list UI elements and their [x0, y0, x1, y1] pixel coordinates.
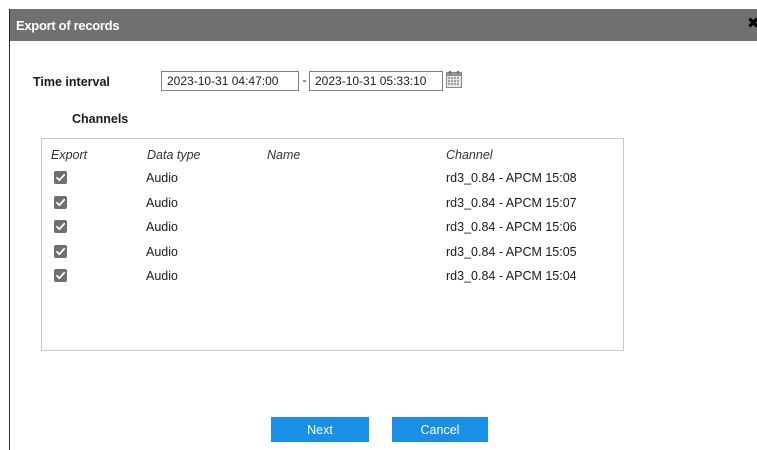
data-type-cell: Audio: [146, 269, 178, 283]
column-header-channel: Channel: [446, 148, 493, 162]
channel-cell: rd3_0.84 - APCM 15:06: [446, 220, 577, 234]
export-dialog: Export of records ✖ Time interval - Chan…: [9, 9, 757, 450]
channel-rows: Audio rd3_0.84 - APCM 15:08 Audio rd3_0.…: [42, 166, 623, 289]
table-row: Audio rd3_0.84 - APCM 15:08: [42, 166, 623, 191]
channel-cell: rd3_0.84 - APCM 15:07: [446, 195, 577, 210]
date-from-input[interactable]: [161, 71, 299, 91]
close-icon[interactable]: ✖: [747, 15, 757, 33]
column-header-data-type: Data type: [147, 148, 201, 162]
table-row: Audio rd3_0.84 - APCM 15:05: [42, 240, 623, 265]
export-checkbox[interactable]: [54, 220, 67, 233]
next-button[interactable]: Next: [271, 417, 369, 442]
channel-cell: rd3_0.84 - APCM 15:08: [446, 171, 577, 185]
channel-cell: rd3_0.84 - APCM 15:05: [446, 244, 577, 259]
table-row: Audio rd3_0.84 - APCM 15:04: [42, 264, 623, 289]
date-separator: -: [302, 73, 307, 87]
channels-table: Export Data type Name Channel Audio rd3_…: [41, 138, 624, 351]
dialog-title: Export of records: [16, 18, 120, 33]
date-to-input[interactable]: [309, 71, 443, 91]
export-checkbox[interactable]: [54, 195, 67, 209]
export-checkbox[interactable]: [54, 269, 67, 282]
column-header-name: Name: [267, 148, 301, 162]
cancel-button[interactable]: Cancel: [392, 417, 488, 442]
table-row: Audio rd3_0.84 - APCM 15:07: [42, 191, 623, 216]
time-interval-label: Time interval: [33, 75, 110, 89]
data-type-cell: Audio: [146, 195, 178, 210]
export-checkbox[interactable]: [54, 244, 67, 258]
data-type-cell: Audio: [146, 171, 178, 185]
channels-label: Channels: [72, 112, 129, 126]
channel-cell: rd3_0.84 - APCM 15:04: [446, 269, 577, 283]
data-type-cell: Audio: [146, 220, 178, 234]
table-row: Audio rd3_0.84 - APCM 15:06: [42, 215, 623, 240]
calendar-icon[interactable]: [446, 71, 462, 88]
data-type-cell: Audio: [146, 244, 178, 259]
export-checkbox[interactable]: [54, 171, 67, 184]
dialog-titlebar: Export of records ✖: [10, 9, 757, 41]
column-header-export: Export: [51, 148, 88, 162]
